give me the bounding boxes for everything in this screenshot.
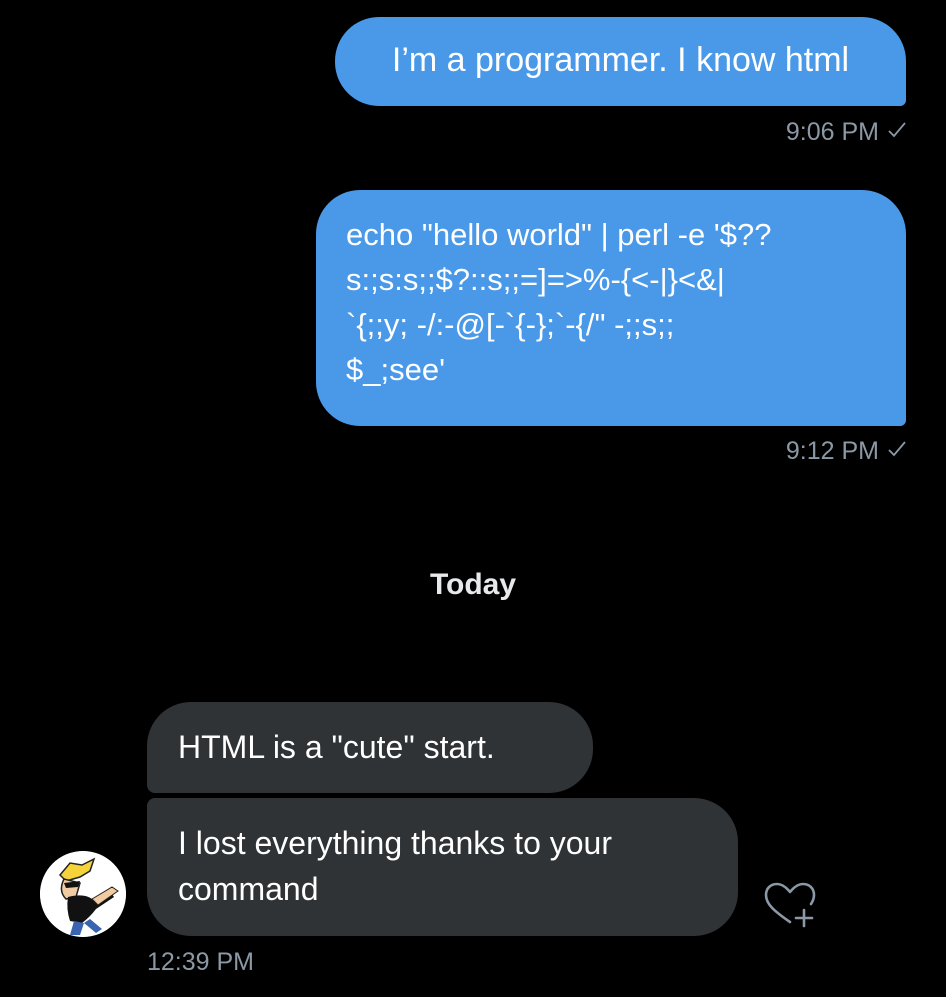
timestamp-text: 9:12 PM xyxy=(785,437,879,465)
heart-plus-icon[interactable] xyxy=(760,880,820,930)
message-bubble-sent[interactable]: echo "hello world" | perl -e '$?? s:;s:s… xyxy=(316,190,906,426)
message-timestamp: 12:39 PM xyxy=(147,948,255,976)
message-bubble-received[interactable]: I lost everything thanks to your command xyxy=(147,798,738,936)
checkmark-icon xyxy=(887,120,907,146)
day-separator: Today xyxy=(429,568,517,601)
timestamp-text: 9:06 PM xyxy=(785,118,879,146)
message-bubble-received[interactable]: HTML is a "cute" start. xyxy=(147,702,593,793)
checkmark-icon xyxy=(887,439,907,465)
message-timestamp: 9:12 PM xyxy=(786,437,907,466)
message-timestamp: 9:06 PM xyxy=(786,118,907,147)
message-bubble-sent[interactable]: I’m a programmer. I know html xyxy=(335,17,906,106)
avatar[interactable] xyxy=(40,851,126,937)
